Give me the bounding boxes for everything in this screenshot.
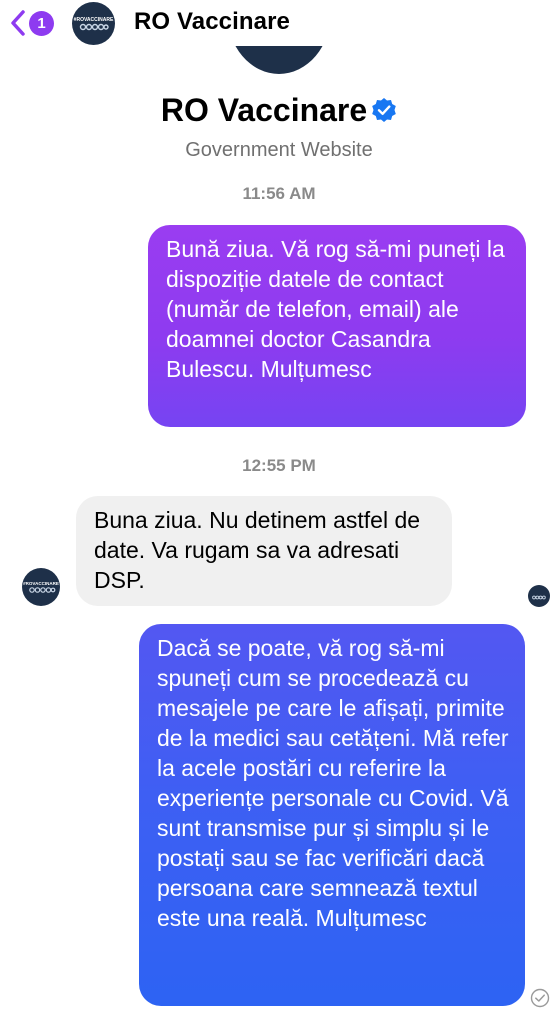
verified-badge-icon bbox=[372, 97, 396, 122]
unread-count-badge: 1 bbox=[29, 10, 54, 36]
outgoing-message[interactable]: Dacă se poate, vă rog să-mi spuneți cum … bbox=[139, 624, 525, 1006]
chat-header: 1 #ROVACCINARE RO Vaccinare bbox=[0, 0, 558, 46]
timestamp: 12:55 PM bbox=[242, 456, 316, 475]
back-button[interactable]: 1 bbox=[10, 6, 62, 40]
timestamp: 11:56 AM bbox=[242, 184, 316, 203]
svg-text:#ROVACCINARE: #ROVACCINARE bbox=[74, 17, 114, 23]
header-avatar[interactable]: #ROVACCINARE bbox=[72, 2, 115, 45]
sent-check-icon bbox=[530, 988, 550, 1008]
header-title: RO Vaccinare bbox=[134, 8, 290, 35]
seen-avatar bbox=[528, 585, 550, 607]
chevron-left-icon bbox=[11, 10, 25, 36]
profile-name: RO Vaccinare bbox=[0, 92, 558, 129]
svg-text:#ROVACCINARE: #ROVACCINARE bbox=[23, 581, 59, 586]
sender-avatar[interactable]: #ROVACCINARE bbox=[22, 568, 60, 606]
chat-screen: 1 #ROVACCINARE RO Vaccinare RO Vaccinare… bbox=[0, 0, 558, 1024]
outgoing-message[interactable]: Bună ziua. Vă rog să-mi puneți la dispoz… bbox=[148, 225, 526, 427]
profile-subtitle: Government Website bbox=[185, 139, 373, 161]
incoming-message[interactable]: Buna ziua. Nu detinem astfel de date. Va… bbox=[76, 496, 452, 606]
